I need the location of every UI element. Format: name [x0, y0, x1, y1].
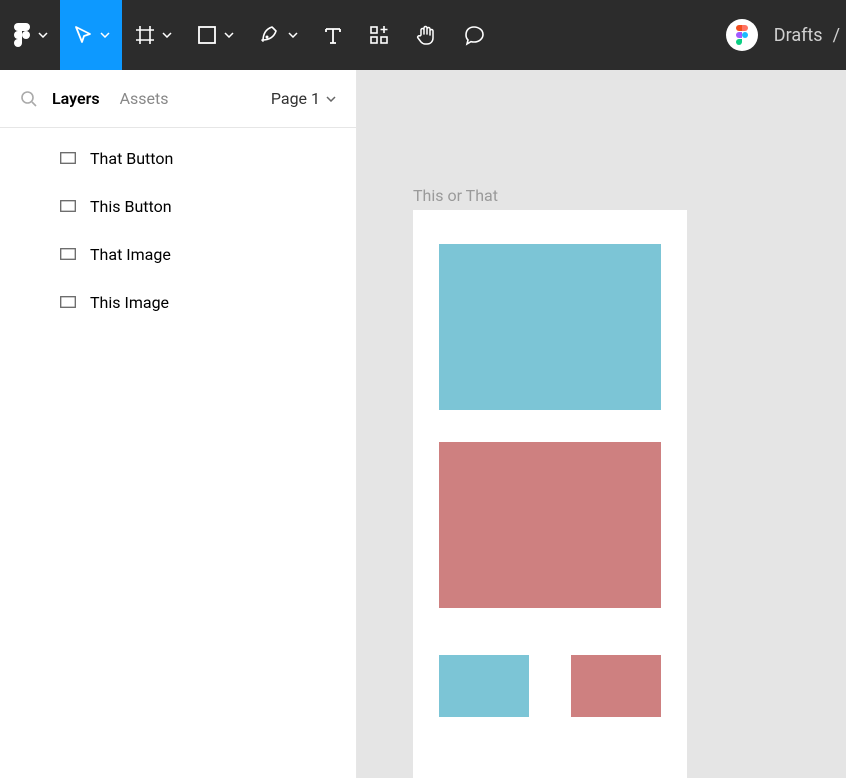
resources-button[interactable]	[356, 0, 402, 70]
sidebar-tabs: Layers Assets	[52, 89, 169, 108]
breadcrumb[interactable]: Drafts /	[774, 25, 846, 46]
search-icon[interactable]	[20, 90, 38, 108]
chevron-down-icon	[224, 32, 234, 38]
figma-menu-button[interactable]	[0, 0, 60, 70]
breadcrumb-location: Drafts	[774, 25, 823, 46]
layer-item[interactable]: That Button	[0, 134, 356, 182]
layer-name: That Image	[90, 245, 171, 264]
layer-name: This Button	[90, 197, 172, 216]
main: Layers Assets Page 1 This or That That B…	[0, 70, 846, 778]
left-sidebar: Layers Assets Page 1 This or That That B…	[0, 70, 357, 778]
canvas-frame[interactable]	[413, 210, 687, 778]
chevron-down-icon	[288, 32, 298, 38]
rectangle-icon	[60, 152, 76, 164]
toolbar: Drafts /	[0, 0, 846, 70]
pen-tool-button[interactable]	[246, 0, 310, 70]
canvas-shape[interactable]	[439, 655, 529, 717]
tab-assets[interactable]: Assets	[120, 89, 169, 108]
layer-name: That Button	[90, 149, 173, 168]
file-icon[interactable]	[726, 19, 758, 51]
rectangle-icon	[60, 248, 76, 260]
layer-item[interactable]: This Image	[0, 278, 356, 326]
comment-tool-button[interactable]	[450, 0, 498, 70]
layers-list: This or That That Button This Button Tha…	[0, 128, 356, 332]
shape-tool-button[interactable]	[184, 0, 246, 70]
canvas-shape[interactable]	[571, 655, 661, 717]
move-icon	[72, 24, 94, 46]
frame-icon	[134, 24, 156, 46]
page-selector[interactable]: Page 1	[271, 89, 336, 108]
frame-tool-button[interactable]	[122, 0, 184, 70]
text-icon	[322, 24, 344, 46]
figma-logo-icon	[12, 21, 32, 49]
comment-icon	[462, 23, 486, 47]
chevron-down-icon	[38, 32, 48, 38]
resources-icon	[368, 24, 390, 46]
canvas[interactable]: This or That	[357, 70, 846, 778]
tab-layers[interactable]: Layers	[52, 89, 100, 108]
rectangle-icon	[60, 200, 76, 212]
layer-item[interactable]: That Image	[0, 230, 356, 278]
canvas-frame-label[interactable]: This or That	[413, 186, 498, 205]
layer-name: This Image	[90, 293, 169, 312]
text-tool-button[interactable]	[310, 0, 356, 70]
move-tool-button[interactable]	[60, 0, 122, 70]
page-label: Page 1	[271, 89, 320, 108]
rectangle-icon	[196, 24, 218, 46]
layer-item[interactable]: This Button	[0, 182, 356, 230]
breadcrumb-separator: /	[833, 25, 840, 46]
canvas-shape[interactable]	[439, 244, 661, 410]
figma-color-logo-icon	[735, 25, 749, 45]
hand-tool-button[interactable]	[402, 0, 450, 70]
hand-icon	[414, 23, 438, 47]
chevron-down-icon	[326, 96, 336, 102]
canvas-shape[interactable]	[439, 442, 661, 608]
chevron-down-icon	[100, 32, 110, 38]
chevron-down-icon	[162, 32, 172, 38]
rectangle-icon	[60, 296, 76, 308]
pen-icon	[258, 23, 282, 47]
sidebar-header: Layers Assets Page 1	[0, 70, 356, 128]
